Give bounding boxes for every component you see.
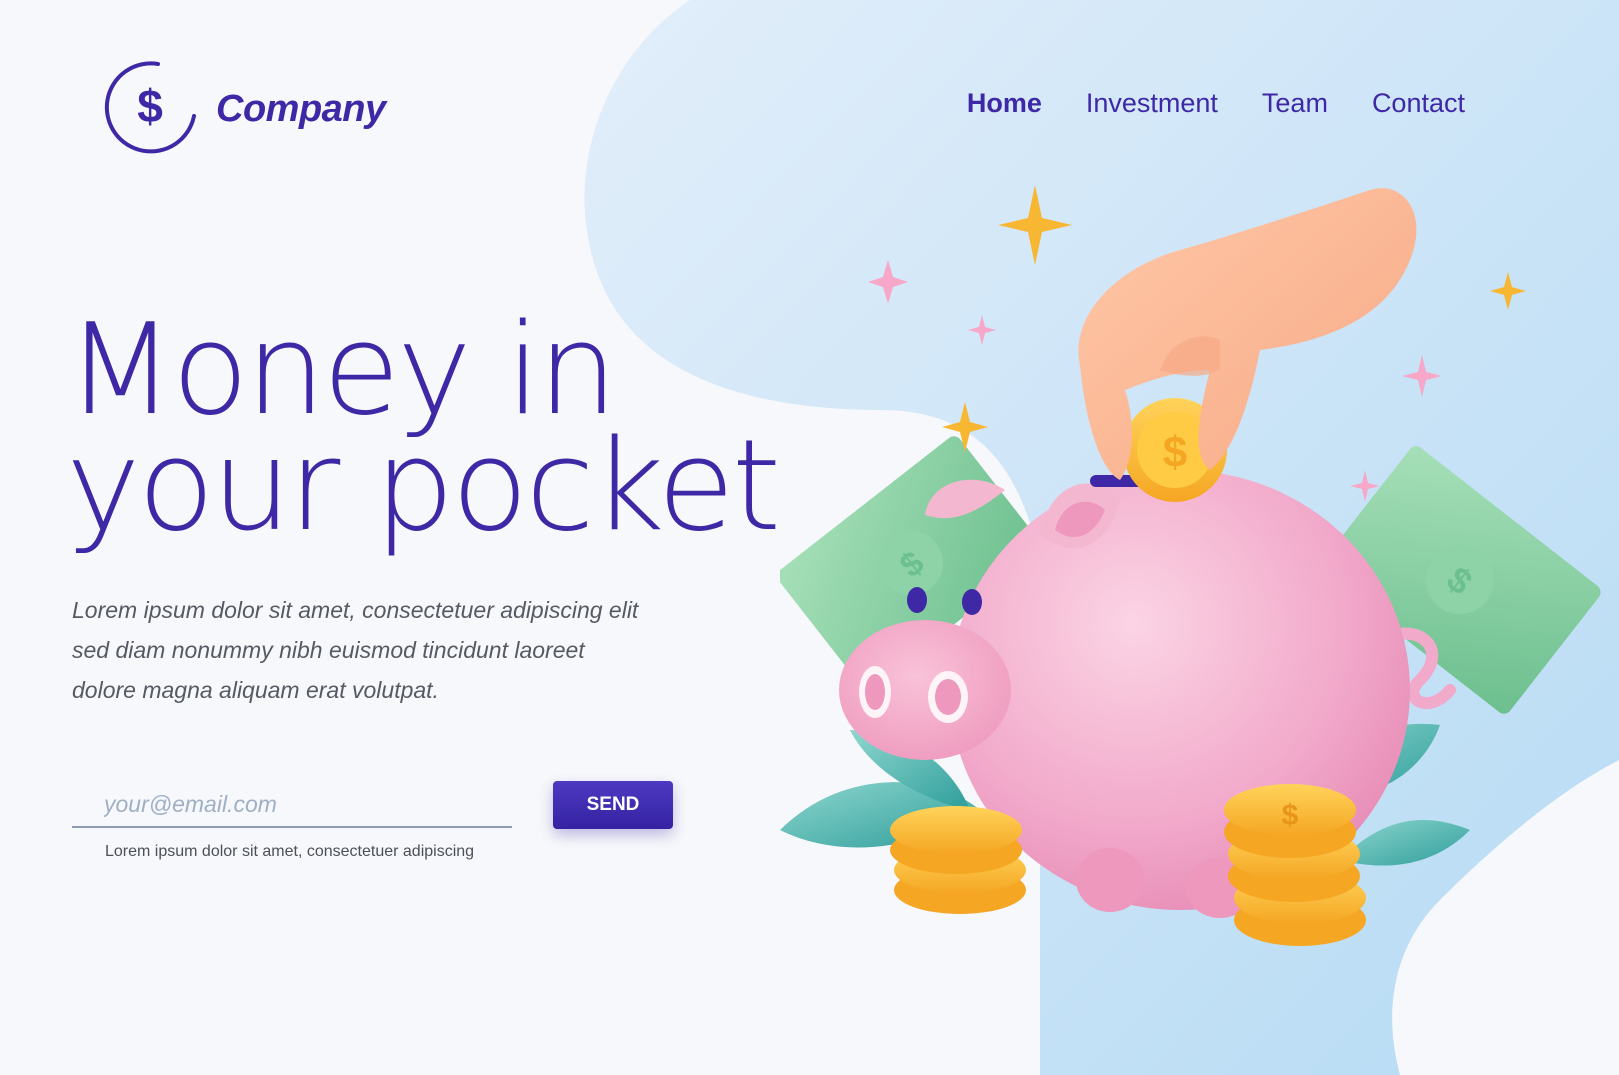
pig-eye-right (962, 589, 982, 615)
dollar-circle-icon: $ (104, 61, 196, 154)
hero-title-line-1: Money in (66, 296, 618, 443)
sparkle-gold-3 (1490, 272, 1526, 310)
logo[interactable]: $ Company (100, 58, 386, 160)
sparkle-gold-1 (998, 185, 1072, 265)
sparkle-pink-3 (1402, 355, 1442, 397)
nav-link-team[interactable]: Team (1262, 88, 1328, 119)
email-field-wrapper (72, 782, 512, 828)
sparkle-pink-1 (868, 260, 908, 304)
svg-text:$: $ (1163, 428, 1187, 477)
svg-text:$: $ (137, 80, 163, 132)
sparkle-pink-2 (968, 315, 996, 345)
email-note: Lorem ipsum dolor sit amet, consectetuer… (105, 843, 475, 860)
send-button[interactable]: SEND (553, 781, 673, 829)
hero-description: Lorem ipsum dolor sit amet, consectetuer… (72, 597, 639, 703)
svg-text:$: $ (1282, 799, 1299, 832)
hero-title-line-2: your pocket (66, 412, 781, 559)
brand-name: Company (216, 87, 386, 130)
main-nav: Home Investment Team Contact (923, 88, 1465, 119)
email-input[interactable] (72, 782, 512, 828)
hand (1078, 188, 1417, 480)
coin-stack-left (890, 806, 1026, 914)
pig-eye-left (907, 587, 927, 613)
nav-link-home[interactable]: Home (967, 88, 1042, 119)
piggy-bank-illustration: $ $ $ $ (780, 185, 1601, 946)
coin-stack-right: $ (1224, 784, 1366, 946)
nav-link-investment[interactable]: Investment (1086, 88, 1218, 119)
hero-title: Money in your pocket (66, 296, 826, 559)
nav-link-contact[interactable]: Contact (1372, 88, 1465, 119)
